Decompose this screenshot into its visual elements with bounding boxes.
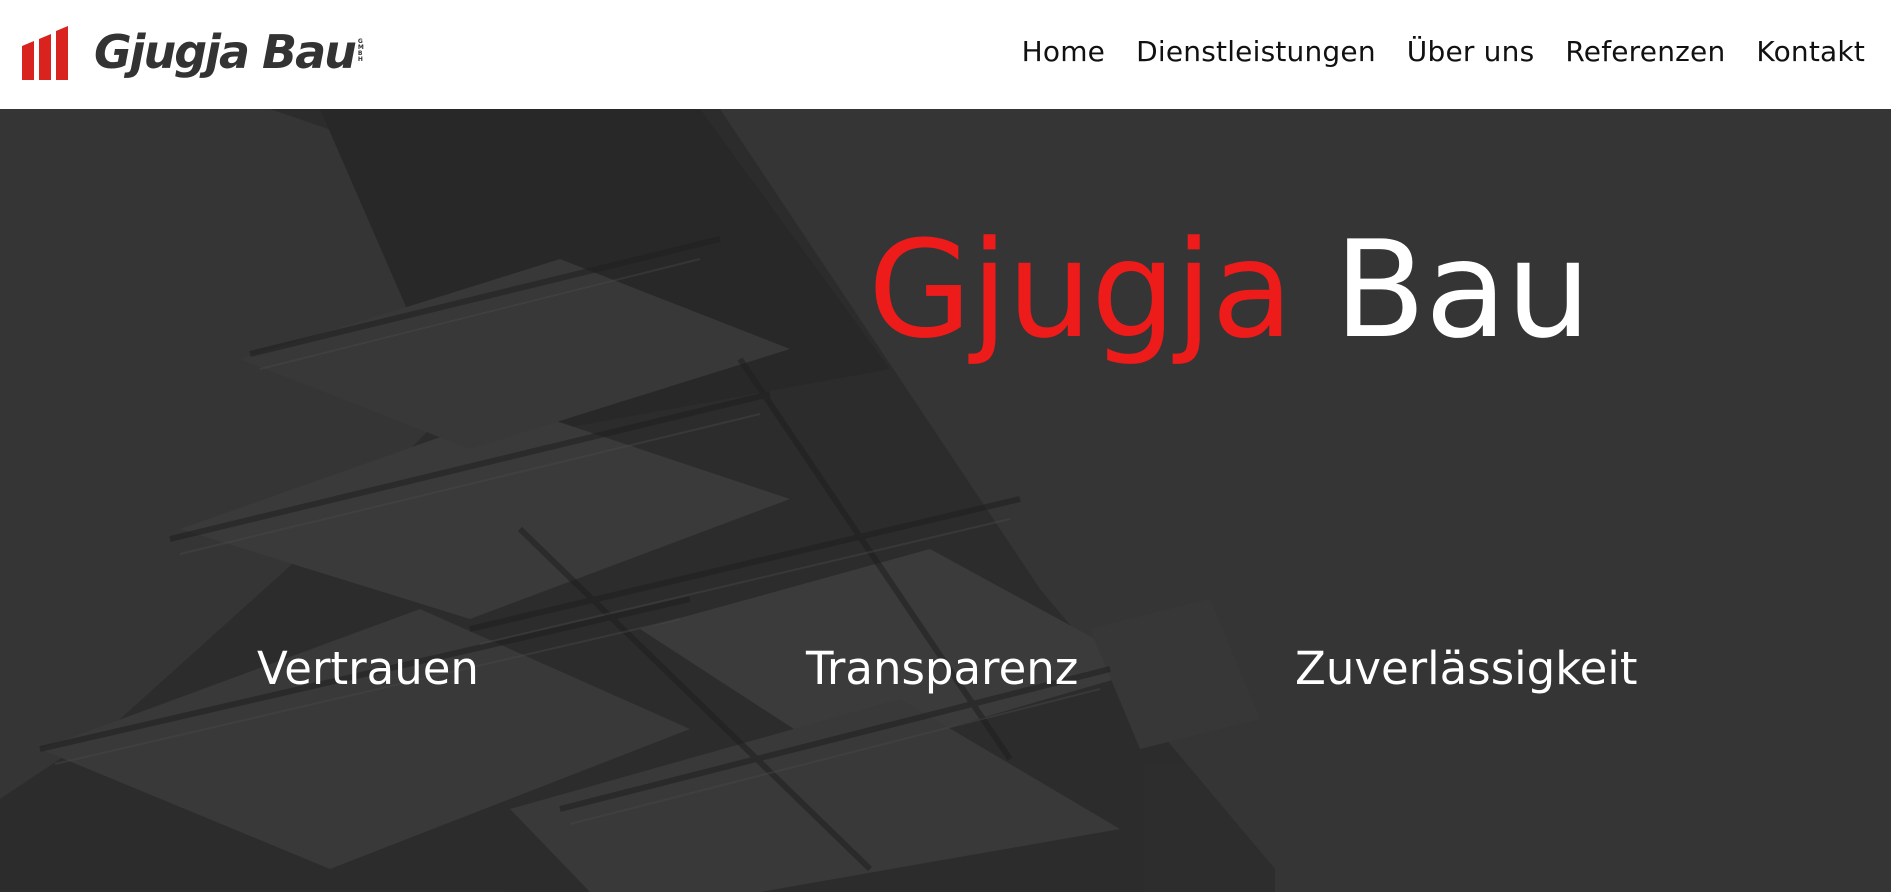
site-header: Gjugja Bau G M B H Home Dienstleistungen… [0, 0, 1891, 109]
value-zuverlaessigkeit: Zuverlässigkeit [1295, 642, 1638, 695]
nav-dienstleistungen[interactable]: Dienstleistungen [1136, 32, 1376, 72]
nav-referenzen[interactable]: Referenzen [1565, 32, 1725, 72]
nav-kontakt[interactable]: Kontakt [1756, 32, 1865, 72]
value-vertrauen: Vertrauen [257, 642, 479, 695]
value-transparenz: Transparenz [806, 642, 1079, 695]
hero-title: Gjugja Bau [868, 212, 1591, 368]
building-bars-icon [22, 26, 68, 80]
nav-home[interactable]: Home [1022, 32, 1106, 72]
logo-gmbh-letter: H [357, 56, 363, 63]
hero-title-white: Bau [1334, 212, 1591, 368]
hero-section: Gjugja Bau Vertrauen Transparenz Zuverlä… [0, 109, 1891, 892]
nav-ueber-uns[interactable]: Über uns [1407, 32, 1535, 72]
site-logo[interactable]: Gjugja Bau G M B H [22, 22, 364, 82]
hero-title-red: Gjugja [868, 212, 1293, 368]
logo-text: Gjugja Bau [94, 25, 357, 79]
logo-gmbh-label: G M B H [358, 39, 364, 63]
main-navigation: Home Dienstleistungen Über uns Referenze… [1022, 32, 1865, 72]
